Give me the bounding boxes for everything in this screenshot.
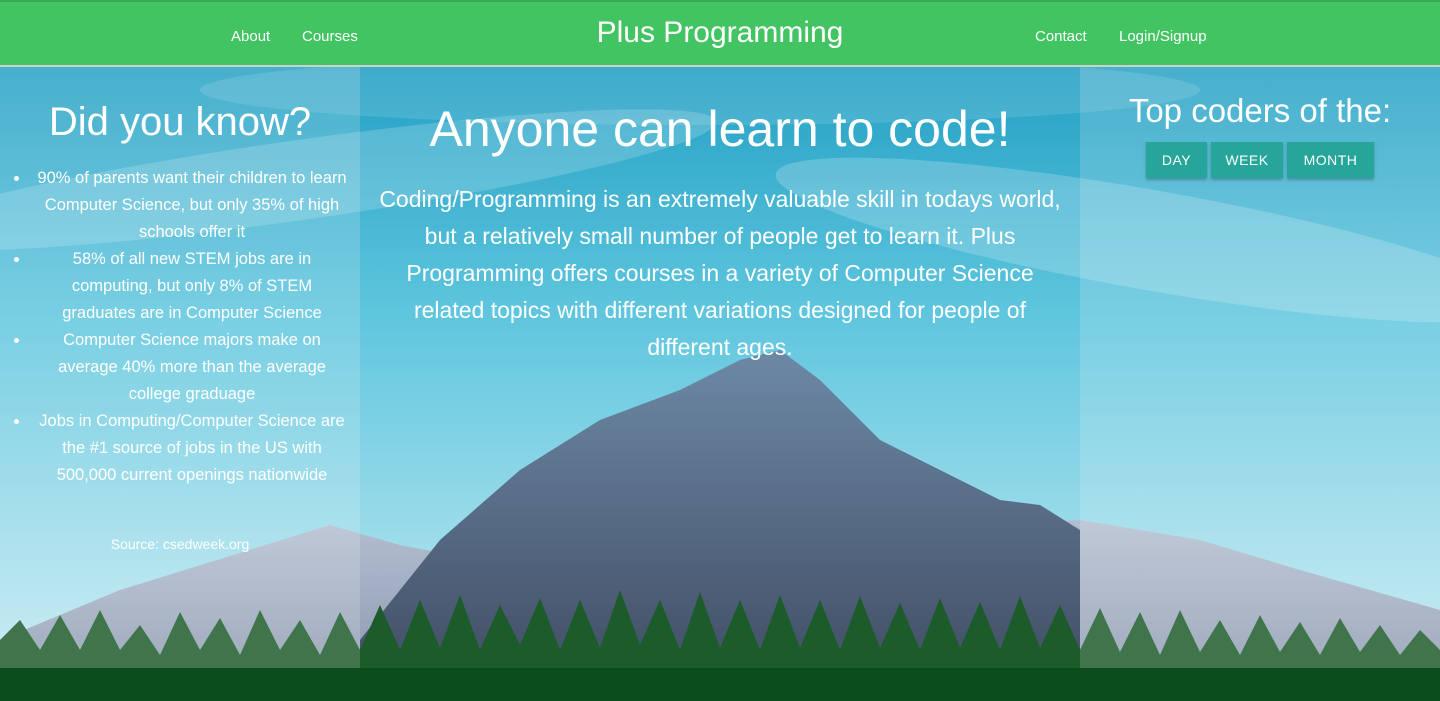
top-coders-title: Top coders of the: xyxy=(1128,92,1392,129)
day-button[interactable]: DAY xyxy=(1146,142,1207,178)
forest-ground xyxy=(0,668,1440,701)
fact-item: 58% of all new STEM jobs are in computin… xyxy=(30,246,350,327)
hero-description: Coding/Programming is an extremely valua… xyxy=(379,186,1061,360)
nav-link-contact[interactable]: Contact xyxy=(1035,28,1087,45)
facts-list: 90% of parents want their children to le… xyxy=(10,165,350,489)
nav-link-login-signup[interactable]: Login/Signup xyxy=(1119,28,1207,45)
fact-item: Computer Science majors make on average … xyxy=(30,327,350,408)
week-button[interactable]: WEEK xyxy=(1211,142,1283,178)
nav-link-about[interactable]: About xyxy=(231,28,270,45)
fact-item: 90% of parents want their children to le… xyxy=(30,165,350,246)
facts-source: Source: csedweek.org xyxy=(110,536,250,552)
did-you-know-title: Did you know? xyxy=(48,100,312,144)
fact-item: Jobs in Computing/Computer Science are t… xyxy=(30,408,350,489)
hero-title: Anyone can learn to code! xyxy=(429,101,1011,157)
brand-logo-link[interactable]: Plus Programming xyxy=(597,16,844,49)
month-button[interactable]: MONTH xyxy=(1287,142,1374,178)
top-navbar: About Courses Plus Programming Contact L… xyxy=(0,0,1440,67)
nav-link-courses[interactable]: Courses xyxy=(302,28,358,45)
